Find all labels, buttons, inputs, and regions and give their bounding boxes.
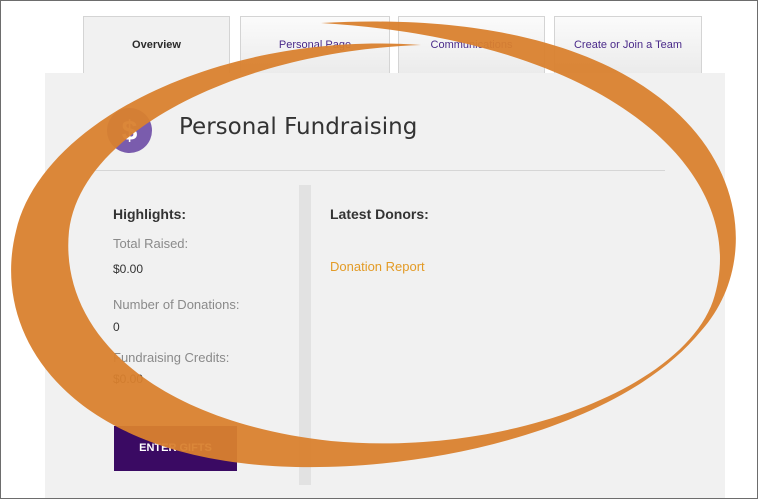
latest-donors-heading: Latest Donors: xyxy=(330,206,429,222)
overview-panel: $ Personal Fundraising Highlights: Total… xyxy=(45,73,725,498)
number-of-donations-value: 0 xyxy=(113,320,120,334)
tab-personal-page[interactable]: Personal Page xyxy=(240,16,390,73)
tab-overview[interactable]: Overview xyxy=(83,16,230,75)
dollar-icon: $ xyxy=(107,108,152,153)
page-frame: Overview Personal Page Communications Cr… xyxy=(0,0,758,499)
highlights-heading: Highlights: xyxy=(113,206,187,222)
donation-report-link[interactable]: Donation Report xyxy=(330,259,425,274)
fundraising-credits-value: $0.00 xyxy=(113,372,144,386)
column-separator xyxy=(299,185,311,485)
tab-communications[interactable]: Communications xyxy=(398,16,545,73)
header-divider xyxy=(91,170,665,171)
tab-create-or-join-team[interactable]: Create or Join a Team xyxy=(554,16,702,73)
number-of-donations-label: Number of Donations: xyxy=(113,297,240,312)
fundraising-credits-label: Fundraising Credits: xyxy=(113,350,230,365)
enter-gifts-button[interactable]: ENTER GIFTS xyxy=(114,426,237,471)
total-raised-value: $0.00 xyxy=(113,262,144,276)
total-raised-label: Total Raised: xyxy=(113,236,189,251)
page-title: Personal Fundraising xyxy=(179,114,418,140)
